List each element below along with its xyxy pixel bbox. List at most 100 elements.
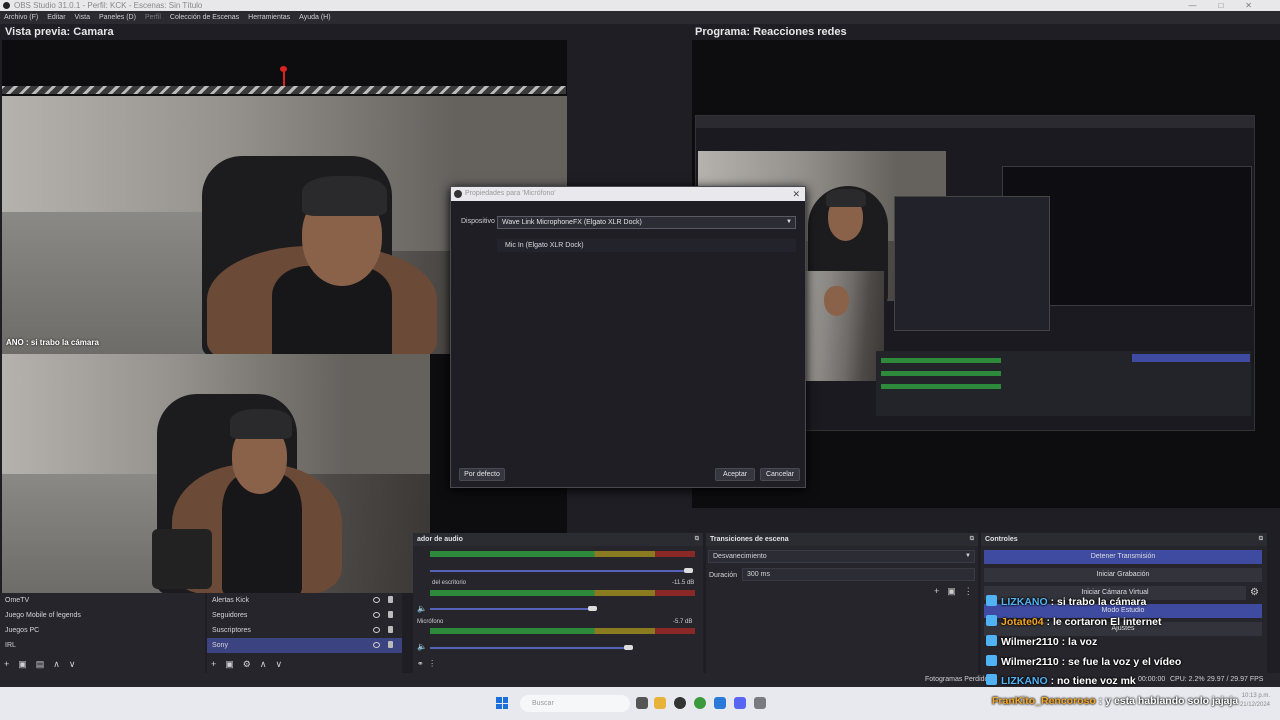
lock-icon[interactable] [388,596,393,603]
trash-icon[interactable]: ▣ [947,586,956,597]
source-item[interactable]: Alertas Kick [207,593,402,608]
discord-icon[interactable] [734,697,746,709]
chat-user: LIZKANO [1001,596,1048,608]
eye-icon[interactable] [373,627,380,633]
twitter-icon [986,635,997,646]
program-label: Programa: Reacciones redes [695,26,847,38]
task-view-icon[interactable] [636,697,648,709]
start-recording-button[interactable]: Iniciar Grabación [984,568,1262,582]
transitions-header: Transiciones de escena ⧉ [706,533,978,546]
folder-icon[interactable] [654,697,666,709]
eye-icon[interactable] [373,612,380,618]
chevron-down-icon[interactable]: ∨ [275,659,282,670]
source-label: Sony [212,642,228,649]
search-placeholder: Buscar [532,700,554,707]
safe-area-stripe [2,86,566,94]
mixer-title: ador de audio [417,536,463,543]
obs-logo-icon [3,2,10,9]
device-option[interactable]: Mic In (Elgato XLR Dock) [497,239,796,252]
windows-start-icon[interactable] [496,697,508,709]
gear-icon[interactable]: ⚙ [243,659,251,670]
eye-icon[interactable] [373,642,380,648]
clock-time: 10:13 p.m. [1241,693,1270,699]
add-icon[interactable]: + [934,586,939,597]
filter-icon[interactable]: ▤ [36,659,45,670]
popout-icon[interactable]: ⧉ [1259,533,1263,546]
volume-knob[interactable] [684,568,693,573]
chat-text: : la voz [1058,636,1098,648]
chat-text: : si trabo la cámara [1047,596,1147,608]
menu-paneles[interactable]: Paneles (D) [99,11,136,24]
device-select[interactable]: Wave Link MicrophoneFX (Elgato XLR Dock)… [497,216,796,229]
stop-stream-button[interactable]: Detener Transmisión [984,550,1262,564]
obs-taskbar-icon[interactable] [674,697,686,709]
trash-icon[interactable]: ▣ [18,659,27,670]
defaults-button[interactable]: Por defecto [459,468,505,481]
accept-button[interactable]: Aceptar [715,468,755,481]
twitter-icon [986,595,997,606]
speaker-icon[interactable]: 🔈 [417,642,427,651]
source-item[interactable]: Suscriptores [207,623,402,638]
add-icon[interactable]: + [4,659,9,670]
microphone [152,529,212,589]
scene-item[interactable]: Juego Mobile of legends [0,608,205,623]
menu-coleccion[interactable]: Colección de Escenas [170,11,239,24]
app-icon[interactable] [754,697,766,709]
chevron-down-icon[interactable]: ∨ [69,659,76,670]
scene-item[interactable]: IRL [0,638,205,653]
add-icon[interactable]: + [211,659,216,670]
window-title: OBS Studio 31.0.1 - Perfil: KCK - Escena… [14,1,203,10]
menu-perfil[interactable]: Perfil [145,11,161,24]
menu-icon[interactable]: ⋮ [964,586,973,597]
transition-select[interactable]: Desvanecimiento ▼ [708,550,975,563]
speaker-icon[interactable]: 🔈 [417,604,427,613]
chat-text: : se fue la voz y el vídeo [1058,656,1182,668]
camera-bottom[interactable] [2,354,430,593]
lock-icon[interactable] [388,611,393,618]
link-icon[interactable]: ⚭ [417,659,424,668]
clock: 10:13 p.m. 21/12/2024 [1240,692,1270,710]
trash-icon[interactable]: ▣ [225,659,234,670]
taskbar-search[interactable]: Buscar [520,695,630,712]
window-titlebar: OBS Studio 31.0.1 - Perfil: KCK - Escena… [0,0,1280,11]
lock-icon[interactable] [388,626,393,633]
volume-slider[interactable] [430,608,595,610]
controls-title: Controles [985,536,1018,543]
cancel-button[interactable]: Cancelar [760,468,800,481]
volume-slider[interactable] [430,570,692,572]
scene-item[interactable]: OmeTV [0,593,205,608]
source-item-selected[interactable]: Sony [207,638,402,653]
channel-name: Micrófono [417,619,444,625]
menu-icon[interactable]: ⋮ [428,659,436,668]
window-controls[interactable]: —□✕ [1188,0,1274,11]
chevron-up-icon[interactable]: ∧ [260,659,267,670]
chrome-icon[interactable] [694,697,706,709]
popout-icon[interactable]: ⧉ [695,533,699,546]
duration-input[interactable]: 300 ms [742,568,975,581]
chat-message: Wilmer2110 : la voz [986,633,1276,651]
store-icon[interactable] [714,697,726,709]
menu-ayuda[interactable]: Ayuda (H) [299,11,330,24]
volume-knob[interactable] [588,606,597,611]
source-label: Alertas Kick [212,597,249,604]
volume-slider[interactable] [430,647,630,649]
mixer-header: ador de audio ⧉ [413,533,703,546]
device-label: Dispositivo [461,218,495,225]
menu-herramientas[interactable]: Herramientas [248,11,290,24]
menubar: Archivo (F) Editar Vista Paneles (D) Per… [0,11,1280,24]
scene-item[interactable]: Juegos PC [0,623,205,638]
dropped-frames: Fotogramas Perdidos [925,676,992,683]
eye-icon[interactable] [373,597,380,603]
source-item[interactable]: Seguidores [207,608,402,623]
guide-handle[interactable] [280,66,287,72]
menu-archivo[interactable]: Archivo (F) [4,11,38,24]
menu-editar[interactable]: Editar [47,11,65,24]
preview-label: Vista previa: Camara [5,26,114,38]
chevron-down-icon: ▼ [786,219,792,225]
popout-icon[interactable]: ⧉ [970,533,974,546]
chevron-up-icon[interactable]: ∧ [53,659,60,670]
menu-vista[interactable]: Vista [75,11,90,24]
volume-knob[interactable] [624,645,633,650]
lock-icon[interactable] [388,641,393,648]
close-icon[interactable]: ✕ [792,187,800,201]
